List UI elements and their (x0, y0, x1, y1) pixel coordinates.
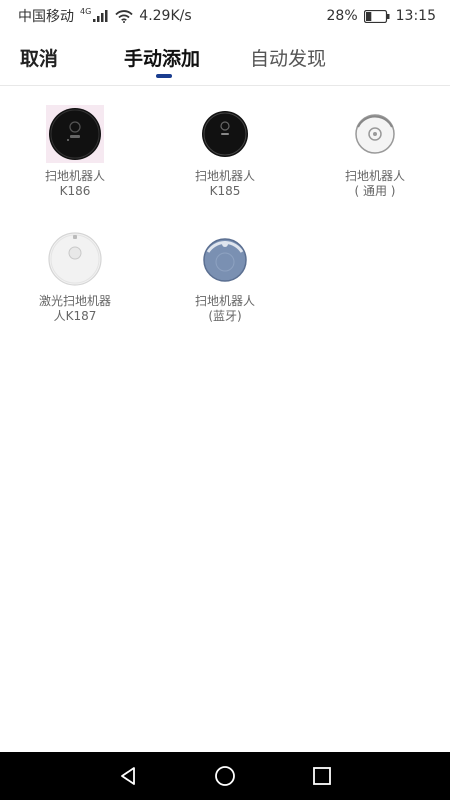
signal-icon (93, 10, 109, 22)
carrier-name: 中国移动 (18, 9, 74, 25)
back-icon[interactable] (110, 758, 146, 794)
battery-icon (363, 9, 390, 23)
network-speed: 4.29K/s (139, 8, 192, 24)
header: 取消 手动添加 自动发现 (0, 32, 450, 86)
status-bar: 中国移动 4G 4.29K/s 28% 13:15 (0, 0, 450, 32)
tab-auto-discover[interactable]: 自动发现 (250, 44, 326, 71)
device-item-generic[interactable]: 扫地机器人 ( 通用 ) (315, 105, 435, 199)
home-icon[interactable] (207, 758, 243, 794)
cancel-button[interactable]: 取消 (20, 44, 58, 71)
robot-vacuum-black-icon (46, 105, 104, 163)
robot-vacuum-white-lidar-icon (46, 230, 104, 288)
device-item-k187[interactable]: 激光扫地机器 人K187 (15, 230, 135, 324)
device-item-k185[interactable]: 扫地机器人 K185 (165, 105, 285, 199)
battery-percent: 28% (326, 8, 358, 24)
device-label: 激光扫地机器 人K187 (38, 294, 111, 323)
device-item-bluetooth[interactable]: 扫地机器人 (蓝牙) (165, 230, 285, 324)
clock-time: 13:15 (395, 8, 436, 24)
robot-vacuum-blue-icon (196, 230, 254, 288)
device-item-k186[interactable]: 扫地机器人 K186 (15, 105, 135, 199)
device-label: 扫地机器人 K186 (44, 169, 105, 198)
device-label: 扫地机器人 K185 (194, 169, 255, 198)
active-tab-indicator (156, 74, 172, 78)
status-right: 28% 13:15 (327, 8, 436, 24)
network-type-badge: 4G (80, 6, 92, 16)
device-label: 扫地机器人 ( 通用 ) (344, 169, 405, 198)
wifi-icon (115, 9, 133, 23)
robot-vacuum-outline-icon (346, 105, 404, 163)
device-label: 扫地机器人 (蓝牙) (194, 294, 255, 323)
status-left: 中国移动 4G 4.29K/s (18, 6, 192, 26)
tab-manual-add[interactable]: 手动添加 (124, 44, 200, 71)
robot-vacuum-black-icon (196, 105, 254, 163)
navigation-bar (0, 752, 450, 800)
recents-icon[interactable] (304, 758, 340, 794)
